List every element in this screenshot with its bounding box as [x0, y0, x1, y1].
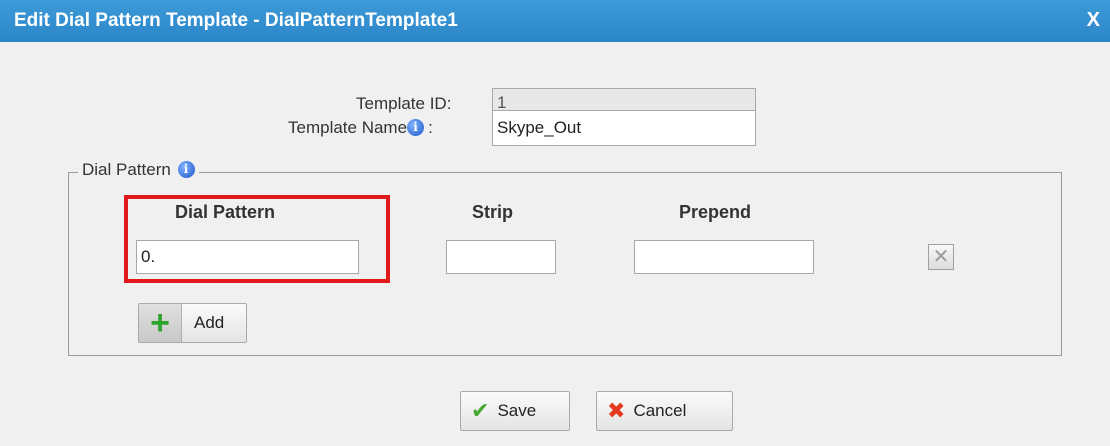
- info-icon[interactable]: i: [177, 161, 195, 178]
- checkmark-icon: ✔: [471, 398, 490, 423]
- template-name-label-row: Template Name i:: [288, 118, 433, 138]
- cancel-button-label: Cancel: [633, 401, 687, 420]
- cancel-button[interactable]: ✖ Cancel: [596, 391, 733, 431]
- column-header-prepend: Prepend: [679, 202, 752, 222]
- template-name-colon: :: [428, 118, 433, 137]
- strip-input[interactable]: [446, 240, 556, 274]
- save-button[interactable]: ✔ Save: [460, 391, 570, 431]
- template-id-label: Template ID:: [356, 94, 452, 113]
- dialog-titlebar: Edit Dial Pattern Template - DialPattern…: [0, 0, 1110, 42]
- delete-icon: ✕: [932, 246, 950, 268]
- add-button[interactable]: + Add: [138, 303, 247, 343]
- x-icon: ✖: [607, 398, 626, 423]
- delete-row-button[interactable]: ✕: [928, 244, 954, 270]
- dialog-title: Edit Dial Pattern Template - DialPattern…: [14, 10, 458, 31]
- plus-icon: +: [139, 304, 182, 342]
- template-name-label: Template Name: [288, 118, 408, 137]
- dial-pattern-input[interactable]: [136, 240, 359, 274]
- add-button-label: Add: [194, 313, 225, 332]
- column-header-strip: Strip: [472, 202, 514, 222]
- dial-pattern-legend-label: Dial Pattern: [82, 160, 171, 179]
- info-icon[interactable]: i: [407, 119, 425, 136]
- dial-pattern-legend: Dial Pattern i: [78, 160, 199, 180]
- prepend-input[interactable]: [634, 240, 814, 274]
- template-name-field[interactable]: [492, 110, 756, 146]
- save-button-label: Save: [497, 401, 537, 420]
- close-button[interactable]: X: [1087, 9, 1100, 32]
